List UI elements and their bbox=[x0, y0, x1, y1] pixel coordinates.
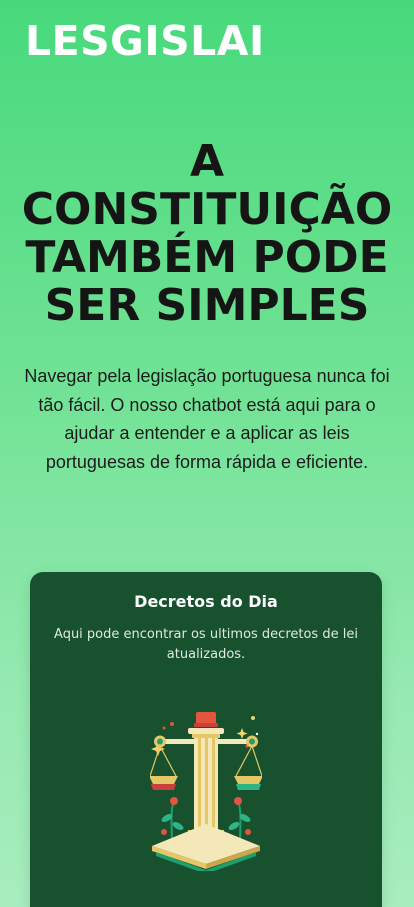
hero-title-line: A bbox=[189, 136, 225, 187]
hero-title: A CONSTITUIÇÃO TAMBÉM PODE SER SIMPLES bbox=[0, 138, 414, 330]
hero-title-line: TAMBÉM PODE bbox=[25, 232, 389, 283]
card-title: Decretos do Dia bbox=[134, 592, 278, 611]
scales-of-justice-icon bbox=[150, 712, 262, 871]
logo-link[interactable]: LESGISLAI bbox=[25, 14, 265, 68]
hero-subtitle: Navegar pela legislação portuguesa nunca… bbox=[24, 366, 390, 472]
hero-title-line: CONSTITUIÇÃO bbox=[21, 184, 393, 235]
decrees-card[interactable]: Decretos do Dia Aqui pode encontrar os u… bbox=[30, 572, 382, 907]
card-description: Aqui pode encontrar os ultimos decretos … bbox=[54, 627, 358, 662]
hero-title-line: SER SIMPLES bbox=[44, 280, 370, 331]
